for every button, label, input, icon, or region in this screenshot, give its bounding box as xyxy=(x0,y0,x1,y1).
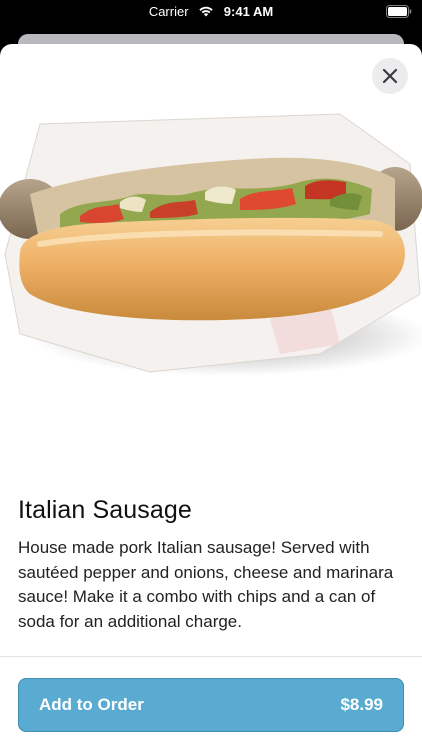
divider xyxy=(0,656,422,657)
status-time: 9:41 AM xyxy=(223,4,274,19)
item-price: $8.99 xyxy=(340,695,383,714)
item-description: House made pork Italian sausage! Served … xyxy=(18,538,394,631)
item-detail-sheet: Italian Sausage House made pork Italian … xyxy=(0,44,422,750)
close-button[interactable] xyxy=(372,58,408,94)
food-photo-icon xyxy=(0,113,422,376)
wifi-icon xyxy=(199,6,213,17)
item-title: Italian Sausage xyxy=(18,496,192,524)
status-center: Carrier 9:41 AM xyxy=(0,4,422,20)
battery-icon xyxy=(386,5,412,18)
status-bar: Carrier 9:41 AM xyxy=(0,0,422,26)
add-to-order-label: Add to Order xyxy=(39,695,144,714)
close-icon xyxy=(382,68,398,84)
carrier-label: Carrier xyxy=(148,4,189,19)
screen: Carrier 9:41 AM Italian Sausage House ma… xyxy=(0,0,422,750)
add-to-order-button[interactable]: Add to Order $8.99 xyxy=(18,678,404,732)
